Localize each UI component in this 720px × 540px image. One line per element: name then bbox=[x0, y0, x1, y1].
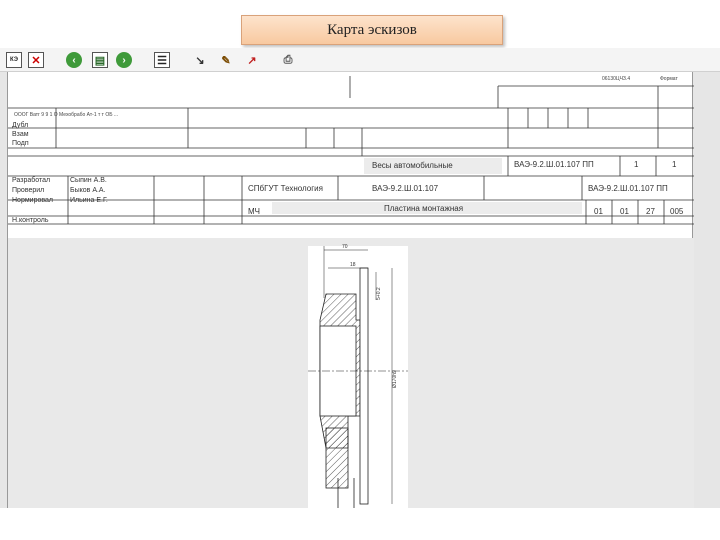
doc-type-field: Весы автомобильные bbox=[364, 158, 502, 174]
row-label-podp: Подп bbox=[12, 140, 29, 147]
row-label-dubl: Дубл bbox=[12, 122, 29, 129]
dim-small-label: 18 bbox=[350, 262, 356, 268]
stamp-top-code: 06130ЦЧЗ.4 bbox=[602, 76, 631, 82]
edit-tool-button[interactable]: ↘ bbox=[192, 52, 208, 68]
row-label-vzam: Взам bbox=[12, 131, 29, 138]
dim-side-label: 5+0.2 bbox=[376, 287, 382, 300]
sheet-number: 1 bbox=[634, 160, 639, 169]
op-num-1: 01 bbox=[594, 207, 603, 216]
operation-name-value: Пластина монтажная bbox=[384, 204, 464, 213]
stamp-top-format: Формат bbox=[660, 76, 678, 82]
op-num-4: 005 bbox=[670, 207, 684, 216]
app-window: КЭ ✕ ‹ ▤ › ☰ ↘ ✎ ↗ ⎙ ОООГ Ватг 9 9 1 О М… bbox=[0, 48, 720, 508]
brush-tool-button[interactable]: ✎ bbox=[218, 52, 234, 68]
close-sheet-button[interactable]: КЭ bbox=[6, 52, 22, 68]
operation-code: МЧ bbox=[248, 207, 260, 216]
sheet-total: 1 bbox=[672, 160, 677, 169]
role-ncontrol: Н.контроль bbox=[12, 217, 49, 224]
person-checker: Быков А.А. bbox=[70, 187, 106, 194]
doc-code-value: ВАЭ-9.2.Ш.01.107 ПП bbox=[514, 160, 594, 169]
toolbar: КЭ ✕ ‹ ▤ › ☰ ↘ ✎ ↗ ⎙ bbox=[0, 48, 720, 72]
role-normer: Нормировал bbox=[12, 197, 53, 204]
delete-button[interactable]: ✕ bbox=[28, 52, 44, 68]
list-button[interactable]: ☰ bbox=[154, 52, 170, 68]
save-button[interactable]: ▤ bbox=[92, 52, 108, 68]
op-num-2: 01 bbox=[620, 207, 629, 216]
dim-height-label: Ø170h9 bbox=[392, 370, 398, 388]
role-developer: Разработал bbox=[12, 177, 51, 184]
arrow-tool-button[interactable]: ↗ bbox=[244, 52, 260, 68]
back-button[interactable]: ‹ bbox=[66, 52, 82, 68]
op-num-3: 27 bbox=[646, 207, 655, 216]
part-sketch: 70 18 5+0.2 Ø170h9 bbox=[308, 244, 408, 508]
forward-button[interactable]: › bbox=[116, 52, 132, 68]
part-code-value: ВАЭ-9.2.Ш.01.107 bbox=[372, 184, 439, 193]
person-developer: Сыпин А.В. bbox=[70, 177, 107, 184]
sketch-sheet: ОООГ Ватг 9 9 1 О Мехобрабо Ат-1 т т ОБ … bbox=[7, 72, 694, 508]
doc-type-value: Весы автомобильные bbox=[372, 161, 453, 170]
operation-name-field: Пластина монтажная bbox=[272, 202, 582, 214]
stamp-small-header: ОООГ Ватг 9 9 1 О Мехобрабо Ат-1 т т ОБ … bbox=[14, 112, 119, 118]
person-normer: Ильина Е.Г. bbox=[70, 197, 108, 204]
drawing-canvas[interactable]: 70 18 5+0.2 Ø170h9 bbox=[8, 238, 694, 508]
slide-title: Карта эскизов bbox=[241, 15, 503, 45]
org-value: СПбГУТ Технология bbox=[248, 184, 323, 193]
right-code-value: ВАЭ-9.2.Ш.01.107 ПП bbox=[588, 184, 668, 193]
role-checker: Проверил bbox=[12, 187, 45, 194]
dim-top-label: 70 bbox=[342, 244, 348, 250]
print-button[interactable]: ⎙ bbox=[280, 52, 296, 68]
